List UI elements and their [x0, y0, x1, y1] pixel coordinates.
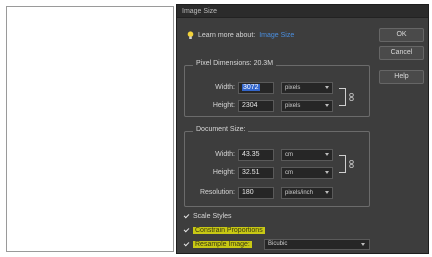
ok-button[interactable]: OK	[379, 28, 424, 42]
cancel-button[interactable]: Cancel	[379, 46, 424, 60]
chevron-down-icon	[325, 191, 329, 194]
document-size-group: Document Size: Width: 43.35 cm Height: 3…	[184, 126, 370, 207]
chevron-down-icon	[325, 104, 329, 107]
resample-image-option[interactable]: Resample Image:	[183, 239, 252, 249]
chevron-down-icon	[325, 86, 329, 89]
constrain-proportions-label: Constrain Proportions	[193, 226, 265, 234]
learn-more-label: Learn more about:	[198, 32, 256, 39]
scale-styles-label: Scale Styles	[193, 212, 232, 220]
pixel-dimensions-group: Pixel Dimensions: 20.3M Width: 3072 pixe…	[184, 60, 370, 117]
pixel-height-input[interactable]: 2304	[238, 100, 274, 112]
help-button[interactable]: Help	[379, 70, 424, 84]
pixel-width-unit-select[interactable]: pixels	[281, 82, 333, 94]
constrain-proportions-option[interactable]: Constrain Proportions	[183, 225, 265, 235]
pixel-width-label: Width:	[215, 84, 235, 91]
doc-height-label: Height:	[212, 169, 235, 176]
resolution-label: Resolution:	[199, 189, 235, 196]
resolution-unit-select[interactable]: pixels/inch	[281, 187, 333, 199]
dialog-title: Image Size	[177, 5, 428, 18]
pixel-link-bracket	[339, 88, 346, 106]
document-size-title: Document Size:	[193, 126, 249, 133]
pixel-width-input[interactable]: 3072	[238, 82, 274, 94]
doc-width-label: Width:	[215, 151, 235, 158]
pixel-height-label: Height:	[212, 102, 235, 109]
chevron-down-icon	[361, 243, 365, 246]
resample-method-select[interactable]: Bicubic	[264, 239, 370, 250]
pixel-dimensions-title: Pixel Dimensions: 20.3M	[193, 60, 277, 67]
image-size-dialog: Image Size Learn more about: Image Size …	[176, 4, 429, 254]
document-canvas	[6, 6, 174, 252]
doc-height-input[interactable]: 32.51	[238, 167, 274, 179]
learn-more-row: Learn more about: Image Size	[187, 31, 294, 40]
doc-width-input[interactable]: 43.35	[238, 149, 274, 161]
scale-styles-option[interactable]: Scale Styles	[183, 211, 232, 221]
chevron-down-icon	[325, 171, 329, 174]
lightbulb-icon	[187, 31, 194, 39]
scale-styles-checkbox[interactable]	[183, 213, 190, 220]
chain-link-icon	[349, 160, 354, 168]
doc-width-unit-select[interactable]: cm	[281, 149, 333, 161]
chain-link-icon	[349, 93, 354, 101]
resample-image-label: Resample Image:	[193, 240, 252, 248]
chevron-down-icon	[325, 153, 329, 156]
learn-more-link[interactable]: Image Size	[259, 32, 294, 39]
constrain-proportions-checkbox[interactable]	[183, 227, 190, 234]
resolution-input[interactable]: 180	[238, 187, 274, 199]
doc-link-bracket	[339, 155, 346, 173]
doc-height-unit-select[interactable]: cm	[281, 167, 333, 179]
resample-image-checkbox[interactable]	[183, 241, 190, 248]
pixel-height-unit-select[interactable]: pixels	[281, 100, 333, 112]
